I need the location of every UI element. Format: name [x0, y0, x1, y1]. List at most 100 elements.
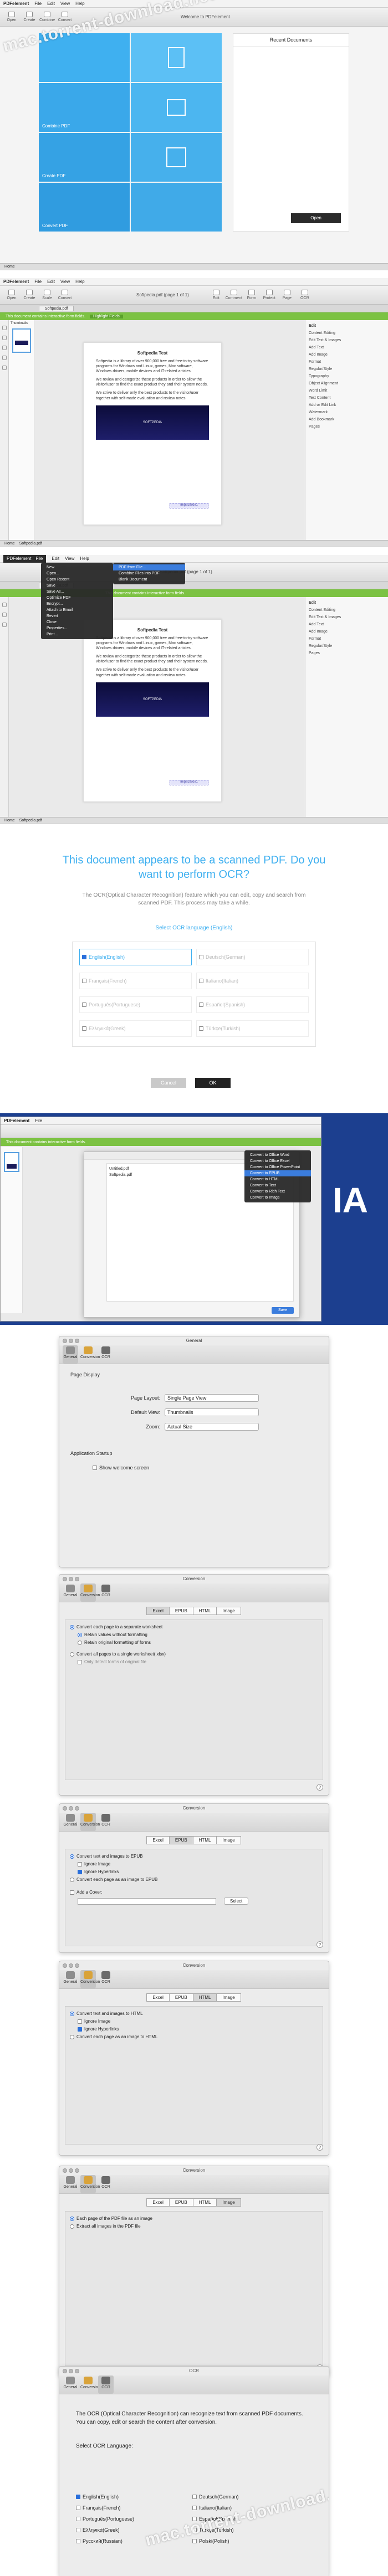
edit-text-images[interactable]: Edit Text & Images — [309, 614, 385, 621]
ok-button[interactable]: OK — [195, 1078, 231, 1088]
zoom-icon[interactable] — [75, 1806, 79, 1811]
menu-view[interactable]: View — [65, 556, 74, 561]
cancel-button[interactable]: Cancel — [151, 1078, 186, 1088]
doc-tab[interactable]: Softpedia.pdf — [19, 819, 42, 822]
checkbox[interactable] — [76, 2528, 80, 2532]
segment-image[interactable]: Image — [216, 1836, 241, 1844]
menu-item-new[interactable]: New — [41, 564, 113, 570]
minimize-icon[interactable] — [69, 2168, 73, 2173]
font-style[interactable]: Regular/Style — [309, 642, 385, 650]
language-option[interactable]: Français(French) — [79, 973, 192, 989]
typography[interactable]: Typography — [309, 373, 385, 380]
page-tool[interactable]: Page — [280, 290, 294, 300]
menu-edit[interactable]: Edit — [52, 556, 59, 561]
option-ignore-image[interactable]: Ignore Image — [78, 1862, 318, 1867]
tab-ocr[interactable]: OCR — [98, 2175, 114, 2193]
radio[interactable] — [78, 1632, 82, 1637]
language-option[interactable]: English(English) — [79, 949, 192, 965]
checkbox[interactable] — [76, 2506, 80, 2510]
add-bookmark[interactable]: Add Bookmark — [309, 416, 385, 423]
language-option[interactable]: Español(Spanish) — [196, 996, 309, 1013]
pages-option[interactable]: Pages — [309, 650, 385, 657]
menu-item-open[interactable]: Open... — [41, 570, 113, 577]
select-button[interactable]: Select — [224, 1898, 249, 1905]
thumbnail-icon[interactable] — [2, 603, 7, 607]
segment-html[interactable]: HTML — [192, 2198, 217, 2207]
segment-epub[interactable]: EPUB — [169, 1607, 193, 1615]
menu-item-encrypt[interactable]: Encrypt... — [41, 601, 113, 607]
tab-ocr[interactable]: OCR — [98, 1345, 114, 1364]
menu-item-close[interactable]: Close — [41, 619, 113, 625]
home-tab[interactable]: Home — [4, 819, 15, 822]
convert-tool[interactable]: Convert — [58, 290, 72, 300]
tab-conversion[interactable]: Conversion — [80, 1813, 100, 1831]
create-tool[interactable]: Create — [22, 290, 37, 300]
language-option[interactable]: Ελληνικά(Greek) — [79, 1020, 192, 1037]
window-controls[interactable] — [63, 1806, 79, 1811]
radio[interactable] — [70, 2216, 74, 2221]
menu-file[interactable]: File — [35, 1118, 42, 1123]
menu-app[interactable]: PDFelement File — [3, 555, 47, 563]
search-icon[interactable] — [2, 356, 7, 360]
option-page-as-image[interactable]: Each page of the PDF file as an image — [70, 2216, 318, 2221]
menu-help[interactable]: Help — [75, 1, 84, 6]
radio[interactable] — [78, 1640, 82, 1645]
window-controls[interactable] — [63, 2168, 79, 2173]
menu-item-rich-text[interactable]: Convert to Rich Text — [244, 1189, 311, 1195]
option-page-image-epub[interactable]: Convert each page as an image to EPUB — [70, 1877, 318, 1882]
tab-conversion[interactable]: Conversion — [80, 2175, 100, 2193]
segment-epub[interactable]: EPUB — [169, 2198, 193, 2207]
add-image[interactable]: Add Image — [309, 351, 385, 358]
menu-app[interactable]: PDFelement — [4, 1118, 29, 1123]
help-icon[interactable]: ? — [316, 1784, 323, 1791]
segment-image[interactable]: Image — [216, 1607, 241, 1615]
pages-option[interactable]: Pages — [309, 423, 385, 430]
checkbox[interactable] — [199, 955, 203, 959]
minimize-icon[interactable] — [69, 1963, 73, 1968]
help-icon[interactable]: ? — [316, 1941, 323, 1948]
tab-general[interactable]: General — [63, 2175, 78, 2193]
radio[interactable] — [70, 1624, 74, 1629]
add-link[interactable]: Add or Edit Link — [309, 402, 385, 409]
radio[interactable] — [70, 1854, 74, 1859]
form-tool[interactable]: Form — [244, 290, 259, 300]
form-field[interactable]: ImpactBox1 — [170, 780, 208, 785]
tab-general[interactable]: General — [63, 1583, 78, 1602]
submenu-pdf-from-file[interactable]: PDF from File... — [113, 564, 185, 570]
segment-html[interactable]: HTML — [192, 1993, 217, 2002]
option-retain-formatting[interactable]: Retain original formatting of forms — [78, 1640, 318, 1645]
page-layout-select[interactable]: Single Page View — [165, 1394, 259, 1402]
menu-item-text[interactable]: Convert to Text — [244, 1182, 311, 1189]
option-add-cover[interactable]: Add a Cover: — [70, 1890, 318, 1895]
language-option[interactable]: Português(Portuguese) — [76, 2516, 181, 2522]
minimize-icon[interactable] — [69, 2369, 73, 2373]
tab-ocr[interactable]: OCR — [98, 1583, 114, 1602]
close-icon[interactable] — [63, 1577, 67, 1581]
checkbox[interactable] — [78, 2027, 82, 2032]
edit-text-images[interactable]: Edit Text & Images — [309, 337, 385, 344]
segment-excel[interactable]: Excel — [146, 1836, 170, 1844]
save-button[interactable]: Save — [272, 1307, 294, 1314]
tile-combine-pdf[interactable]: Combine PDF — [39, 83, 130, 132]
segment-html[interactable]: HTML — [192, 1607, 217, 1615]
checkbox[interactable] — [192, 2495, 197, 2499]
tab-softpedia[interactable]: Softpedia.pdf — [39, 305, 74, 311]
tab-conversion[interactable]: Conversion — [80, 2376, 100, 2394]
menu-item-html[interactable]: Convert to HTML — [244, 1176, 311, 1182]
segment-html[interactable]: HTML — [192, 1836, 217, 1844]
tab-conversion[interactable]: Conversion — [80, 1583, 100, 1602]
help-icon[interactable]: ? — [316, 2144, 323, 2151]
radio[interactable] — [70, 2034, 74, 2039]
tile-convert-pdf[interactable]: Convert PDF — [39, 183, 130, 232]
option-ignore-hyperlinks[interactable]: Ignore Hyperlinks — [78, 2027, 318, 2032]
form-field[interactable]: ImpactBox1 — [170, 503, 208, 508]
menu-file[interactable]: File — [34, 1, 42, 6]
segment-image[interactable]: Image — [216, 1993, 241, 2002]
bookmark-icon[interactable] — [2, 336, 7, 340]
tab-general[interactable]: General — [63, 1813, 78, 1831]
segment-excel[interactable]: Excel — [146, 1607, 170, 1615]
cover-path-input[interactable] — [78, 1898, 216, 1905]
zoom-icon[interactable] — [75, 2168, 79, 2173]
minimize-icon[interactable] — [69, 1339, 73, 1343]
add-text[interactable]: Add Text — [309, 344, 385, 351]
